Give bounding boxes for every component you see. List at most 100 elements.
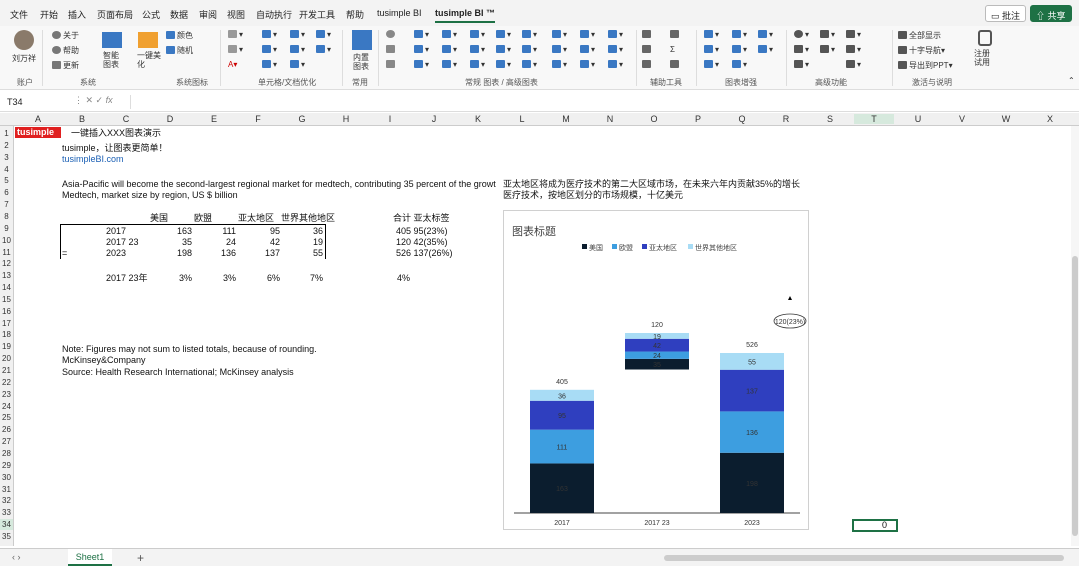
row-header-16[interactable]: 16 [0, 306, 13, 317]
tab-view[interactable]: 视图 [227, 8, 245, 21]
align-icon[interactable]: ▾ [290, 30, 305, 39]
beautify-button[interactable]: 一键美 化 [137, 51, 161, 69]
chart-type-12[interactable]: ▾ [470, 60, 485, 69]
enhance-7[interactable]: ▾ [758, 30, 773, 39]
column-header-h[interactable]: H [326, 114, 366, 124]
sheet-nav-arrows[interactable]: ‹ › [12, 552, 21, 562]
cols-icon[interactable]: ▾ [290, 60, 305, 69]
row-header-28[interactable]: 28 [0, 448, 13, 459]
share-button[interactable]: ⇧ 共享 [1030, 5, 1072, 22]
tab-tusimple-bi[interactable]: tusimple BI [377, 8, 422, 18]
vertical-scroll-thumb[interactable] [1072, 256, 1078, 536]
column-header-v[interactable]: V [942, 114, 982, 124]
row-header-6[interactable]: 6 [0, 187, 13, 198]
enhance-8[interactable]: ▾ [758, 45, 773, 54]
row-header-18[interactable]: 18 [0, 329, 13, 340]
tool-6[interactable] [670, 60, 681, 69]
sum-icon[interactable]: Σ [670, 45, 675, 54]
tab-automate[interactable]: 自动执行 [256, 8, 292, 21]
row-header-11[interactable]: 11 [0, 247, 13, 258]
row-header-3[interactable]: 3 [0, 152, 13, 163]
column-header-g[interactable]: G [282, 114, 322, 124]
border-icon[interactable]: ▾ [228, 45, 243, 54]
column-header-f[interactable]: F [238, 114, 278, 124]
column-header-x[interactable]: X [1030, 114, 1070, 124]
tab-help[interactable]: 帮助 [346, 8, 364, 21]
fill-color-icon[interactable]: ▾ [228, 30, 243, 39]
chart-type-18[interactable]: ▾ [522, 60, 537, 69]
chart-type-4[interactable]: ▾ [414, 30, 429, 39]
chart-type-26[interactable]: ▾ [608, 45, 623, 54]
row-header-7[interactable]: 7 [0, 199, 13, 210]
tab-home[interactable]: 开始 [40, 8, 58, 21]
select-all[interactable] [0, 113, 14, 126]
row-header-21[interactable]: 21 [0, 365, 13, 376]
tab-developer[interactable]: 开发工具 [299, 8, 335, 21]
column-header-s[interactable]: S [810, 114, 850, 124]
adv-6[interactable]: ▾ [846, 30, 861, 39]
adv-5[interactable]: ▾ [820, 45, 835, 54]
row-header-10[interactable]: 10 [0, 235, 13, 246]
adv-7[interactable]: ▾ [846, 45, 861, 54]
row-header-2[interactable]: 2 [0, 140, 13, 151]
row-header-13[interactable]: 13 [0, 270, 13, 281]
format-icon[interactable]: ▾ [316, 30, 331, 39]
column-header-c[interactable]: C [106, 114, 146, 124]
row-header-27[interactable]: 27 [0, 436, 13, 447]
row-header-20[interactable]: 20 [0, 353, 13, 364]
adv-3[interactable]: ▾ [794, 60, 809, 69]
row-header-9[interactable]: 9 [0, 223, 13, 234]
row-header-4[interactable]: 4 [0, 164, 13, 175]
row-header-33[interactable]: 33 [0, 507, 13, 518]
column-header-t[interactable]: T [854, 114, 894, 124]
vertical-scrollbar[interactable] [1071, 126, 1079, 546]
tab-page-layout[interactable]: 页面布局 [97, 8, 133, 21]
enhance-1[interactable]: ▾ [704, 30, 719, 39]
chart-type-10[interactable]: ▾ [470, 30, 485, 39]
tab-review[interactable]: 审阅 [199, 8, 217, 21]
row-header-24[interactable]: 24 [0, 401, 13, 412]
tab-formulas[interactable]: 公式 [142, 8, 160, 21]
register-button[interactable]: 注册 试用 [974, 49, 990, 67]
column-header-a[interactable]: A [18, 114, 58, 124]
grid-icon[interactable]: ▾ [262, 30, 277, 39]
enhance-3[interactable]: ▾ [704, 60, 719, 69]
chart-type-2[interactable] [386, 45, 397, 54]
row-header-8[interactable]: 8 [0, 211, 13, 222]
chart-type-17[interactable]: ▾ [522, 45, 537, 54]
table-icon[interactable]: ▾ [262, 45, 277, 54]
tool-2[interactable] [642, 45, 653, 54]
enhance-6[interactable]: ▾ [732, 60, 747, 69]
row-header-19[interactable]: 19 [0, 341, 13, 352]
enhance-5[interactable]: ▾ [732, 45, 747, 54]
row-header-23[interactable]: 23 [0, 389, 13, 400]
column-header-e[interactable]: E [194, 114, 234, 124]
row-header-32[interactable]: 32 [0, 495, 13, 506]
inner-chart-button[interactable]: 内置 图表 [353, 53, 369, 71]
column-header-d[interactable]: D [150, 114, 190, 124]
tool-4[interactable] [670, 30, 681, 39]
chart-type-8[interactable]: ▾ [442, 45, 457, 54]
sheet-tab-sheet1[interactable]: Sheet1 [68, 549, 112, 566]
chart-type-11[interactable]: ▾ [470, 45, 485, 54]
avatar[interactable] [14, 30, 34, 50]
column-header-p[interactable]: P [678, 114, 718, 124]
smart-chart-button[interactable]: 智能 图表 [103, 51, 119, 69]
chart-type-14[interactable]: ▾ [496, 45, 511, 54]
formula-input[interactable] [130, 95, 1070, 109]
chart-type-25[interactable]: ▾ [608, 30, 623, 39]
row-header-5[interactable]: 5 [0, 175, 13, 186]
row-header-14[interactable]: 14 [0, 282, 13, 293]
tab-data[interactable]: 数据 [170, 8, 188, 21]
row-header-31[interactable]: 31 [0, 484, 13, 495]
help-button[interactable]: 帮助 [52, 45, 79, 56]
font-color-icon[interactable]: A▾ [228, 60, 237, 69]
tool-1[interactable] [642, 30, 653, 39]
column-header-r[interactable]: R [766, 114, 806, 124]
chart-type-24[interactable]: ▾ [580, 60, 595, 69]
tab-tusimple-bi-pro[interactable]: tusimple BI ™ [435, 8, 496, 23]
merge-icon[interactable]: ▾ [262, 60, 277, 69]
row-header-25[interactable]: 25 [0, 412, 13, 423]
chart-type-27[interactable]: ▾ [608, 60, 623, 69]
row-header-1[interactable]: 1 [0, 128, 13, 139]
